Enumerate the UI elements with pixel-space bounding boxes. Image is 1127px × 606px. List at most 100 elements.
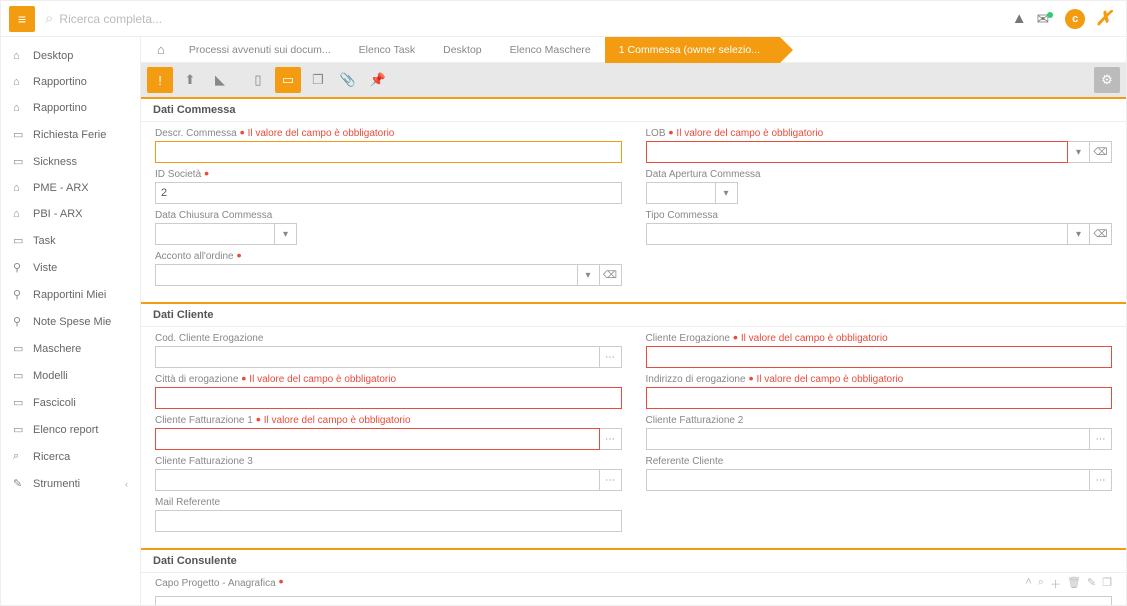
sidebar-item-desktop[interactable]: ⌂Desktop	[1, 43, 140, 69]
tipo-commessa-input[interactable]	[646, 223, 1069, 245]
sidebar-item-rapportino[interactable]: ⌂Rapportino	[1, 69, 140, 95]
clear-button[interactable]: ⌫	[1090, 141, 1112, 163]
subgrid-actions: ˄ ⌕ ＋ 🗑 ✎ ❐	[1025, 576, 1112, 592]
section-header-commessa: Dati Commessa	[141, 97, 1126, 122]
binoculars-icon: ⚲	[13, 261, 25, 274]
clear-button[interactable]: ⌫	[600, 264, 622, 286]
top-icons: ▲ ✉ c ✗	[1012, 6, 1118, 31]
sidebar-item-label: Note Spese Mie	[33, 316, 111, 328]
sidebar-item-ricerca[interactable]: ⌕Ricerca	[1, 443, 140, 470]
device-button[interactable]: ▯	[245, 67, 271, 93]
fatt1-input[interactable]	[155, 428, 600, 450]
card-icon: ▭	[13, 369, 25, 382]
fatt3-input[interactable]	[155, 469, 600, 491]
field-label: Referente Cliente	[646, 456, 724, 467]
lob-input[interactable]	[646, 141, 1069, 163]
sidebar-item-fascicoli[interactable]: ▭Fascicoli	[1, 389, 140, 416]
breadcrumb-item[interactable]: Desktop	[429, 37, 496, 63]
alert-icon[interactable]: ▲	[1012, 10, 1027, 27]
sidebar-item-label: Sickness	[33, 156, 77, 168]
dropdown-button[interactable]: ▾	[1068, 223, 1090, 245]
cliente-erogazione-input[interactable]	[646, 346, 1113, 368]
mail-referente-input[interactable]	[155, 510, 622, 532]
breadcrumb-item[interactable]: Elenco Maschere	[496, 37, 605, 63]
field-error: Il valore del campo è obbligatorio	[264, 415, 411, 426]
field-error: Il valore del campo è obbligatorio	[248, 128, 395, 139]
field-label: ID Società	[155, 169, 201, 180]
menu-toggle-button[interactable]: ≡	[9, 6, 35, 32]
home-icon: ⌂	[13, 76, 25, 88]
sidebar-item-rapportino-2[interactable]: ⌂Rapportino	[1, 95, 140, 121]
attach-button[interactable]: 📎	[335, 67, 361, 93]
view-button[interactable]: ▭	[275, 67, 301, 93]
indirizzo-erogazione-input[interactable]	[646, 387, 1113, 409]
home-icon: ⌂	[13, 182, 25, 194]
sidebar-item-task[interactable]: ▭Task	[1, 227, 140, 254]
sidebar-item-modelli[interactable]: ▭Modelli	[1, 362, 140, 389]
sidebar-item-elenco-report[interactable]: ▭Elenco report	[1, 416, 140, 443]
copy-button[interactable]: ❐	[305, 67, 331, 93]
sidebar-item-rapportini-miei[interactable]: ⚲Rapportini Miei	[1, 281, 140, 308]
notification-dot	[1047, 12, 1053, 18]
sidebar-item-note-spese-mie[interactable]: ⚲ Note Spese Mie	[1, 308, 140, 335]
sidebar-item-sickness[interactable]: ▭Sickness	[1, 148, 140, 175]
pin-button[interactable]: 📌	[365, 67, 391, 93]
acconto-input[interactable]	[155, 264, 578, 286]
chat-icon[interactable]: ✉	[1037, 10, 1056, 28]
descr-commessa-input[interactable]	[155, 141, 622, 163]
dropdown-button[interactable]: ▾	[578, 264, 600, 286]
citta-erogazione-input[interactable]	[155, 387, 622, 409]
info-button[interactable]: !	[147, 67, 173, 93]
field-label: LOB	[646, 128, 666, 139]
id-societa-input[interactable]	[155, 182, 622, 204]
search-icon[interactable]: ⌕	[1038, 576, 1044, 592]
sidebar-item-strumenti[interactable]: ✎Strumenti‹	[1, 470, 140, 497]
avatar[interactable]: c	[1065, 9, 1085, 29]
lookup-button[interactable]: ⋯	[1090, 469, 1112, 491]
breadcrumb-item-active[interactable]: 1 Commessa (owner selezio...	[605, 37, 780, 63]
field-data-chiusura: Data Chiusura Commessa ▾	[155, 210, 622, 245]
sidebar-item-richiesta-ferie[interactable]: ▭Richiesta Ferie	[1, 121, 140, 148]
app-logo-icon[interactable]: ✗	[1095, 6, 1112, 31]
sidebar-item-maschere[interactable]: ▭Maschere	[1, 335, 140, 362]
cod-erogazione-input[interactable]	[155, 346, 600, 368]
sidebar-item-pbi-arx[interactable]: ⌂PBI - ARX	[1, 201, 140, 227]
breadcrumb-item[interactable]: Processi avvenuti sui docum...	[175, 37, 345, 63]
sidebar-item-pme-arx[interactable]: ⌂PME - ARX	[1, 175, 140, 201]
field-lob: LOB•Il valore del campo è obbligatorio ▾…	[646, 128, 1113, 163]
form-scroll[interactable]: Dati Commessa Descr. Commessa•Il valore …	[141, 97, 1126, 605]
dropdown-button[interactable]: ▾	[1068, 141, 1090, 163]
required-icon: •	[204, 170, 209, 176]
referente-cliente-input[interactable]	[646, 469, 1091, 491]
fatt2-input[interactable]	[646, 428, 1091, 450]
dropdown-button[interactable]: ▾	[275, 223, 297, 245]
breadcrumb-home[interactable]: ⌂	[147, 37, 175, 63]
upload-button[interactable]: ⬆	[177, 67, 203, 93]
capo-progetto-grid[interactable]	[155, 596, 1112, 605]
delete-icon[interactable]: 🗑	[1067, 576, 1081, 592]
lookup-button[interactable]: ⋯	[600, 346, 622, 368]
field-referente-cliente: Referente Cliente ⋯	[646, 456, 1113, 491]
edit-icon[interactable]: ✎	[1087, 576, 1096, 592]
settings-button[interactable]: ⚙	[1094, 67, 1120, 93]
field-label: Cliente Fatturazione 2	[646, 415, 744, 426]
global-search-input[interactable]	[59, 12, 359, 26]
binoculars-icon: ⚲	[13, 315, 25, 328]
field-spacer	[646, 251, 1113, 286]
collapse-icon[interactable]: ˄	[1025, 576, 1031, 592]
tag-button[interactable]: ◣	[207, 67, 233, 93]
breadcrumb-item[interactable]: Elenco Task	[345, 37, 429, 63]
data-chiusura-input[interactable]	[155, 223, 275, 245]
add-icon[interactable]: ＋	[1050, 576, 1061, 592]
field-label: Indirizzo di erogazione	[646, 374, 746, 385]
home-icon: ⌂	[13, 208, 25, 220]
copy-icon[interactable]: ❐	[1102, 576, 1112, 592]
lookup-button[interactable]: ⋯	[600, 428, 622, 450]
lookup-button[interactable]: ⋯	[600, 469, 622, 491]
field-label: Capo Progetto - Anagrafica	[155, 578, 276, 589]
clear-button[interactable]: ⌫	[1090, 223, 1112, 245]
lookup-button[interactable]: ⋯	[1090, 428, 1112, 450]
dropdown-button[interactable]: ▾	[716, 182, 738, 204]
sidebar-item-viste[interactable]: ⚲Viste	[1, 254, 140, 281]
data-apertura-input[interactable]	[646, 182, 716, 204]
